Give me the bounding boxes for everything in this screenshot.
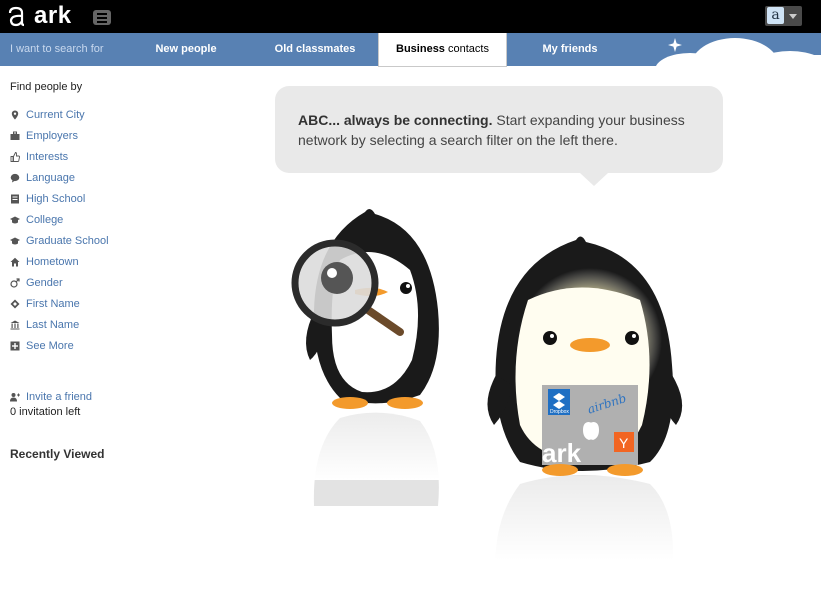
top-bar: ark a [0,0,821,33]
penguins-illustration: Dropbox airbnb Y ark [291,208,700,560]
ark-logo[interactable]: ark [6,3,72,29]
tab-my-friends[interactable]: My friends [528,33,612,66]
filter-list: Current City Employers Interests Languag… [10,104,109,356]
filter-label: High School [26,192,86,205]
tab-old-classmates[interactable]: Old classmates [262,33,368,66]
brand-name: ark [34,2,72,29]
graduation-cap-icon [10,216,20,223]
filter-see-more[interactable]: See More [10,335,109,356]
chevron-down-icon [789,14,797,19]
filter-label: Last Name [26,318,80,331]
filter-label: Language [26,171,75,184]
invite-friend-link[interactable]: Invite a friend [10,391,92,403]
tab-label: My friends [542,43,598,55]
house-icon [10,257,20,266]
invite-label: Invite a friend [26,391,93,403]
nav-bar: I want to search for New people Old clas… [0,33,821,98]
tab-business-contacts[interactable]: Business contacts [378,33,507,67]
speech-icon [10,173,20,182]
menu-line [97,21,107,23]
filter-label: College [26,213,64,226]
briefcase-icon [10,131,20,140]
detective-penguin [291,208,460,506]
menu-line [97,13,107,15]
book-icon [11,194,19,203]
filter-interests[interactable]: Interests [10,146,109,167]
dropbox-logo: Dropbox [550,409,569,415]
apple-icon [583,422,599,440]
diamond-icon [10,299,20,308]
filter-label: Employers [26,129,78,142]
menu-button[interactable] [93,10,111,25]
tab-label-suffix: contacts [444,43,489,55]
sign-ark-logo: ark [542,438,582,468]
tab-label: Old classmates [274,43,356,55]
filter-label: Hometown [26,255,79,268]
bubble-message: ABC... always be connecting. Start expan… [298,110,708,150]
ycombinator-logo: Y [619,435,629,451]
account-avatar-icon: a [767,7,784,24]
bubble-tail [580,173,608,186]
filter-current-city[interactable]: Current City [10,104,109,125]
plus-box-icon [10,341,20,350]
filter-language[interactable]: Language [10,167,109,188]
filter-label: See More [26,339,74,352]
filter-graduate-school[interactable]: Graduate School [10,230,109,251]
filter-last-name[interactable]: Last Name [10,314,109,335]
thumbs-up-icon [10,151,20,162]
filter-label: Gender [26,276,63,289]
filter-employers[interactable]: Employers [10,125,109,146]
filter-label: Current City [26,108,85,121]
filter-college[interactable]: College [10,209,109,230]
bank-icon [10,320,20,329]
location-pin-icon [11,110,19,119]
filter-first-name[interactable]: First Name [10,293,109,314]
tab-label: New people [155,43,217,55]
invitation-count: 0 invitation left [10,406,81,418]
recently-viewed-heading: Recently Viewed [10,447,105,461]
male-symbol-icon [10,277,20,288]
add-person-icon [10,393,20,402]
search-label: I want to search for [10,43,104,55]
tab-new-people[interactable]: New people [142,33,230,66]
account-menu-button[interactable]: a [765,6,802,26]
find-people-heading: Find people by [10,81,83,93]
speech-bubble: ABC... always be connecting. Start expan… [275,86,723,186]
filter-label: Interests [26,150,69,163]
filter-label: Graduate School [26,234,109,247]
ark-logo-mark-icon [8,6,25,27]
filter-gender[interactable]: Gender [10,272,109,293]
star-icon [668,38,682,52]
filter-label: First Name [26,297,80,310]
menu-line [97,17,107,19]
graduation-cap-icon [10,237,20,244]
filter-high-school[interactable]: High School [10,188,109,209]
sign-holding-penguin: Dropbox airbnb Y ark [480,236,700,560]
bubble-headline: ABC... always be connecting. [298,112,493,128]
tab-label: Business [396,43,445,55]
filter-hometown[interactable]: Hometown [10,251,109,272]
